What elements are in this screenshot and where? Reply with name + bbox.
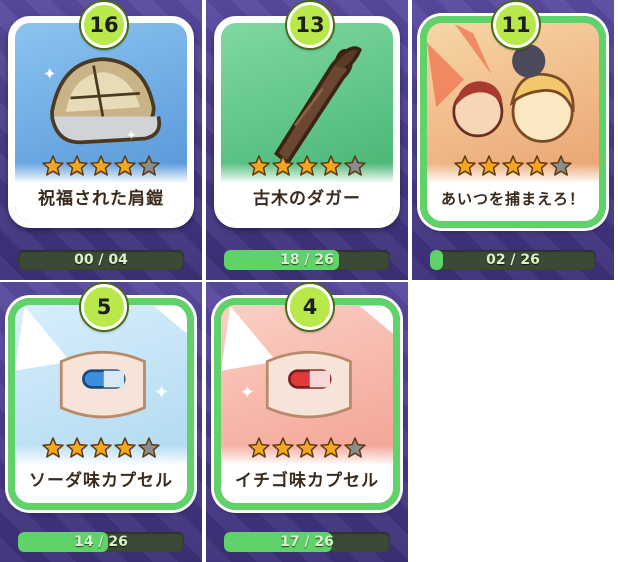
star-rating xyxy=(15,437,187,463)
star-filled-icon xyxy=(320,155,342,176)
level-badge: 16 xyxy=(81,2,127,48)
star-filled-icon xyxy=(320,437,342,458)
star-empty-icon xyxy=(138,155,160,176)
star-filled-icon xyxy=(454,155,476,176)
svg-text:✦: ✦ xyxy=(126,129,137,144)
progress-bar: 02 / 26 xyxy=(430,250,596,270)
card-name: イチゴ味カプセル xyxy=(235,471,379,491)
star-rating xyxy=(221,437,393,463)
progress-text: 18 / 26 xyxy=(280,252,334,268)
progress-text: 17 / 26 xyxy=(280,534,334,550)
level-badge: 4 xyxy=(287,284,333,330)
star-empty-icon xyxy=(138,437,160,458)
star-filled-icon xyxy=(66,437,88,458)
svg-text:✦: ✦ xyxy=(154,382,170,403)
progress-text: 02 / 26 xyxy=(486,252,540,268)
progress-bar: 00 / 04 xyxy=(18,250,184,270)
card-name: 古木のダガー xyxy=(253,189,361,209)
card-cell: 古木のダガー 13 18 / 26 xyxy=(206,0,408,280)
card-cell: ✦ ✦ 祝福された肩鎧 16 00 / 04 xyxy=(0,0,202,280)
star-filled-icon xyxy=(248,437,270,458)
card-name: あいつを捕まえろ！ xyxy=(440,190,585,208)
star-empty-icon xyxy=(344,155,366,176)
star-filled-icon xyxy=(42,155,64,176)
progress-text: 14 / 26 xyxy=(74,534,128,550)
card-cell: ✦ ソーダ味カプセル 5 14 / 26 xyxy=(0,282,202,562)
level-badge: 5 xyxy=(81,284,127,330)
star-filled-icon xyxy=(296,437,318,458)
progress-bar: 18 / 26 xyxy=(224,250,390,270)
star-rating xyxy=(221,155,393,181)
card-name: 祝福された肩鎧 xyxy=(38,189,164,209)
star-empty-icon xyxy=(550,155,572,176)
card-name: ソーダ味カプセル xyxy=(29,471,173,491)
star-filled-icon xyxy=(66,155,88,176)
star-filled-icon xyxy=(114,437,136,458)
star-filled-icon xyxy=(248,155,270,176)
progress-bar: 17 / 26 xyxy=(224,532,390,552)
level-badge: 11 xyxy=(493,2,539,48)
star-filled-icon xyxy=(90,437,112,458)
star-rating xyxy=(15,155,187,181)
star-filled-icon xyxy=(114,155,136,176)
progress-bar: 14 / 26 xyxy=(18,532,184,552)
card-cell: ✦ イチゴ味カプセル 4 17 / 26 xyxy=(206,282,408,562)
level-badge: 13 xyxy=(287,2,333,48)
star-filled-icon xyxy=(90,155,112,176)
star-rating xyxy=(427,155,599,181)
svg-text:✦: ✦ xyxy=(239,382,255,403)
star-filled-icon xyxy=(272,155,294,176)
star-filled-icon xyxy=(502,155,524,176)
card-cell: あいつを捕まえろ！ 11 02 / 26 xyxy=(412,0,614,280)
star-filled-icon xyxy=(478,155,500,176)
star-filled-icon xyxy=(526,155,548,176)
star-filled-icon xyxy=(272,437,294,458)
star-filled-icon xyxy=(42,437,64,458)
star-filled-icon xyxy=(296,155,318,176)
progress-text: 00 / 04 xyxy=(74,252,128,268)
svg-text:✦: ✦ xyxy=(43,64,57,83)
star-empty-icon xyxy=(344,437,366,458)
